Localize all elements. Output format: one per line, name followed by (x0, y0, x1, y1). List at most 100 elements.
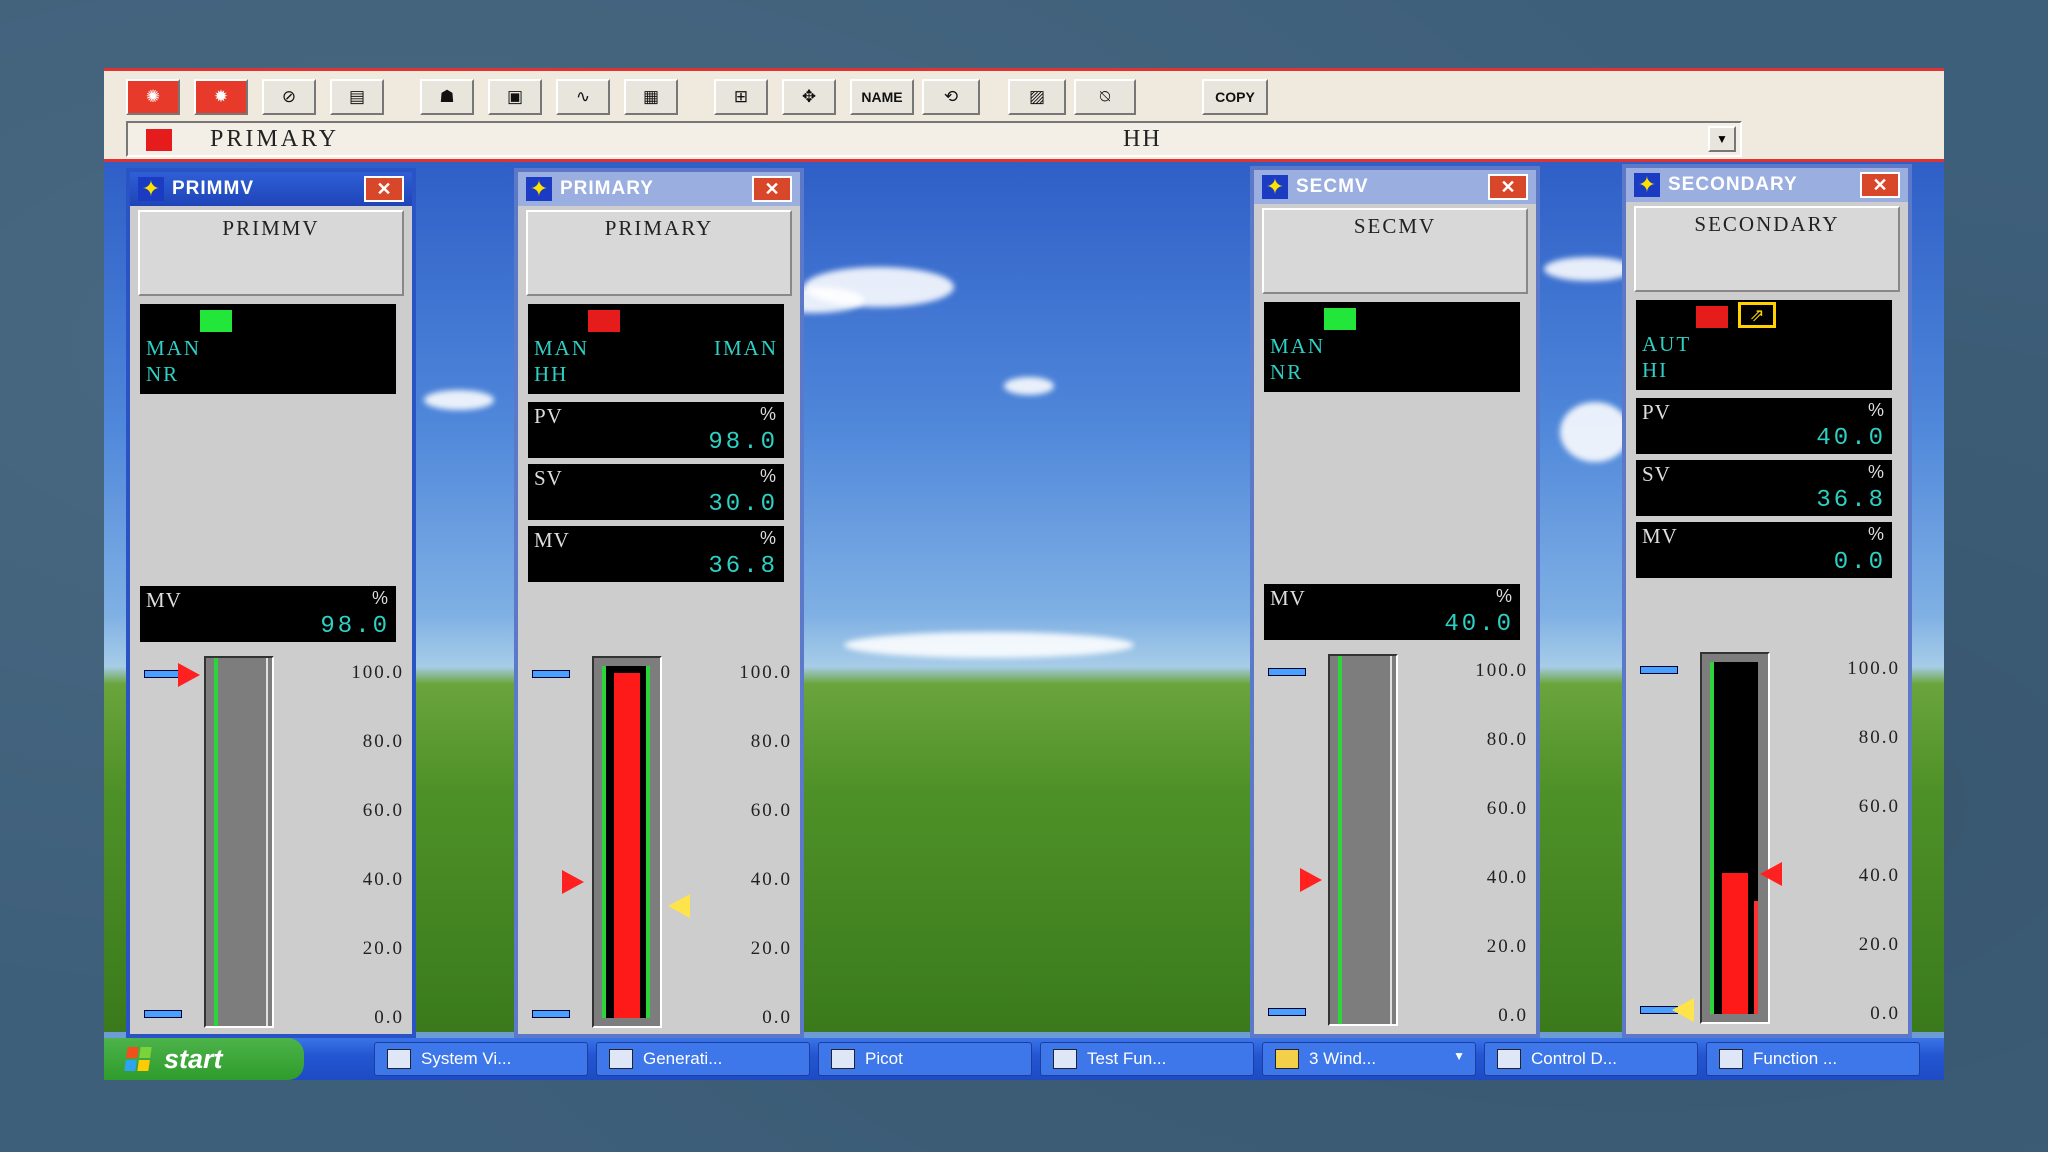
range-line (214, 658, 218, 1026)
scale-line (266, 658, 268, 1026)
chevron-down-icon[interactable]: ▼ (1708, 126, 1736, 152)
sub-mode-label: IMAN (714, 336, 778, 360)
high-limit-marker[interactable] (1640, 666, 1678, 674)
scale-40: 40.0 (750, 869, 792, 890)
operator-icon[interactable]: ☗ (420, 79, 474, 115)
task-picot[interactable]: Picot (818, 1042, 1032, 1076)
task-label: Function ... (1753, 1049, 1838, 1068)
low-limit-marker[interactable] (144, 1010, 182, 1018)
faceplate-title: SECONDARY (1668, 174, 1798, 195)
faceplate-icon: ✦ (1262, 175, 1288, 199)
mode-label[interactable]: MAN (146, 336, 201, 361)
tuning-icon[interactable]: ⟲ (922, 79, 980, 115)
acknowledge-icon[interactable]: ⍉ (1074, 79, 1136, 115)
pv-value: 40.0 (1816, 425, 1886, 452)
alarm-icon[interactable]: ✺ (126, 79, 180, 115)
task-control-drawing[interactable]: Control D... (1484, 1042, 1698, 1076)
navigate-icon[interactable]: ✥ (782, 79, 836, 115)
high-limit-marker[interactable] (1268, 668, 1306, 676)
sv-pointer[interactable] (1760, 862, 1782, 886)
pv-label: PV (534, 404, 563, 428)
sv-display[interactable]: SV % 36.8 (1636, 460, 1892, 516)
status-panel: MAN NR (1264, 302, 1520, 392)
copy-button[interactable]: COPY (1202, 79, 1268, 115)
filter-icon[interactable]: ▨ (1008, 79, 1066, 115)
tag-name-area: SECONDARY (1634, 206, 1900, 292)
faceplate-icon: ✦ (138, 177, 164, 201)
mv-value: 0.0 (1833, 549, 1886, 576)
scale-line (1390, 656, 1392, 1024)
start-button[interactable]: start (104, 1038, 304, 1080)
mv-pointer[interactable] (1300, 868, 1322, 892)
range-line (1754, 901, 1758, 1014)
faceplate-titlebar[interactable]: ✦ PRIMMV ✕ (130, 172, 412, 206)
message-icon[interactable]: ▤ (330, 79, 384, 115)
mv-value: 36.8 (708, 553, 778, 580)
faceplate-titlebar[interactable]: ✦ SECONDARY ✕ (1626, 168, 1908, 202)
task-label: Picot (865, 1049, 903, 1068)
mv-label: MV (1642, 524, 1678, 548)
mv-display[interactable]: MV % 98.0 (140, 586, 396, 642)
range-line (602, 666, 606, 1018)
bar-frame (1700, 652, 1770, 1024)
close-icon[interactable]: ✕ (1860, 172, 1900, 198)
mv-pointer[interactable] (562, 870, 584, 894)
task-system-view[interactable]: System Vi... (374, 1042, 588, 1076)
task-generation[interactable]: Generati... (596, 1042, 810, 1076)
tag-selector[interactable]: PRIMARY HH ▼ (126, 121, 1742, 157)
task-test-function[interactable]: Test Fun... (1040, 1042, 1254, 1076)
faceplate-title: PRIMARY (560, 178, 654, 199)
faceplate-titlebar[interactable]: ✦ SECMV ✕ (1254, 170, 1536, 204)
mode-label[interactable]: AUT (1642, 332, 1691, 357)
overview-icon[interactable]: ▦ (624, 79, 678, 115)
mv-unit: % (371, 588, 388, 608)
faceplate-secondary: ✦ SECONDARY ✕ SECONDARY ⇗ AUT HI PV % 40… (1622, 164, 1912, 1038)
sv-value: 36.8 (1816, 487, 1886, 514)
faceplate-titlebar[interactable]: ✦ PRIMARY ✕ (518, 172, 800, 206)
mv-pointer[interactable] (178, 663, 200, 687)
mv-pointer[interactable] (1672, 998, 1694, 1022)
sv-display[interactable]: SV % 30.0 (528, 464, 784, 520)
task-function[interactable]: Function ... (1706, 1042, 1920, 1076)
mv-unit: % (1495, 586, 1512, 606)
cascade-icon[interactable]: ⇗ (1738, 302, 1776, 328)
window-icon (831, 1049, 855, 1069)
mv-unit: % (1867, 524, 1884, 544)
mv-display[interactable]: MV % 0.0 (1636, 522, 1892, 578)
graphic-icon[interactable]: ⊞ (714, 79, 768, 115)
pv-display: PV % 98.0 (528, 402, 784, 458)
high-limit-marker[interactable] (532, 670, 570, 678)
close-icon[interactable]: ✕ (1488, 174, 1528, 200)
task-window-group[interactable]: 3 Wind... ▼ (1262, 1042, 1476, 1076)
hmi-screen: ✺ ✹ ⊘ ▤ ☗ ▣ ∿ ▦ ⊞ ✥ NAME ⟲ ▨ ⍉ COPY PRIM… (104, 68, 1944, 1080)
operator-guide-icon[interactable]: ⊘ (262, 79, 316, 115)
status-indicator (1324, 308, 1356, 330)
status-indicator (200, 310, 232, 332)
scale-100: 100.0 (1847, 658, 1900, 679)
scale-80: 80.0 (750, 731, 792, 752)
low-limit-marker[interactable] (532, 1010, 570, 1018)
close-icon[interactable]: ✕ (364, 176, 404, 202)
task-label: Generati... (643, 1049, 723, 1068)
mv-unit: % (759, 528, 776, 548)
high-limit-marker[interactable] (144, 670, 182, 678)
mode-label[interactable]: MAN (534, 336, 589, 361)
process-alarm-icon[interactable]: ✹ (194, 79, 248, 115)
mode-label[interactable]: MAN (1270, 334, 1325, 359)
close-icon[interactable]: ✕ (752, 176, 792, 202)
mv-display[interactable]: MV % 36.8 (528, 526, 784, 582)
taskbar: start System Vi... Generati... Picot Tes… (104, 1038, 1944, 1080)
sv-value: 30.0 (708, 491, 778, 518)
faceplate-icon: ✦ (1634, 173, 1660, 197)
name-button[interactable]: NAME (850, 79, 914, 115)
pv-bar-background (602, 666, 650, 1018)
trend-icon[interactable]: ∿ (556, 79, 610, 115)
display-icon[interactable]: ▣ (488, 79, 542, 115)
low-limit-marker[interactable] (1268, 1008, 1306, 1016)
bar-gauge: 100.0 80.0 60.0 40.0 20.0 0.0 (518, 650, 800, 1030)
pv-label: PV (1642, 400, 1671, 424)
faceplate-primmv: ✦ PRIMMV ✕ PRIMMV MAN NR MV % 98.0 100.0… (126, 168, 416, 1038)
scale-100: 100.0 (1475, 660, 1528, 681)
mv-display[interactable]: MV % 40.0 (1264, 584, 1520, 640)
sv-pointer[interactable] (668, 894, 690, 918)
